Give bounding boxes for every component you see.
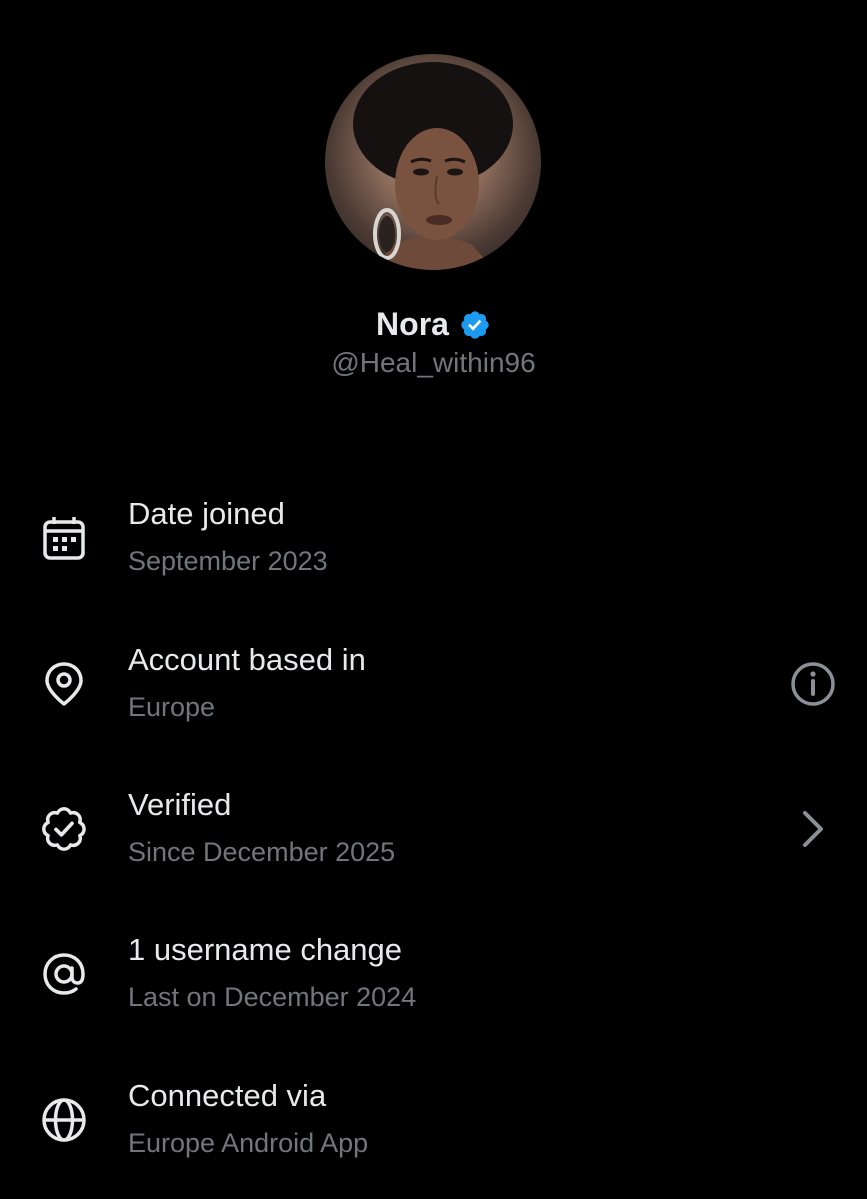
info-icon[interactable] — [787, 658, 839, 710]
detail-subtitle: Last on December 2024 — [128, 982, 417, 1012]
verified-badge-outline-icon — [38, 803, 90, 855]
at-sign-icon — [38, 948, 90, 1000]
detail-row-username-change: 1 username change Last on December 2024 — [0, 926, 867, 1036]
detail-subtitle: Europe — [128, 692, 216, 722]
detail-row-connected-via: Connected via Europe Android App — [0, 1072, 867, 1182]
verified-badge-icon[interactable] — [459, 309, 491, 341]
detail-row-account-based-in[interactable]: Account based in Europe — [0, 636, 867, 746]
location-pin-icon — [38, 658, 90, 710]
detail-title: Date joined — [128, 496, 285, 531]
detail-title: Connected via — [128, 1078, 327, 1113]
detail-title: Account based in — [128, 642, 366, 677]
detail-title: Verified — [128, 787, 232, 822]
detail-row-verified[interactable]: Verified Since December 2025 — [0, 781, 867, 891]
detail-row-date-joined: Date joined September 2023 — [0, 490, 867, 600]
detail-subtitle: Europe Android App — [128, 1128, 369, 1158]
calendar-icon — [38, 512, 90, 564]
display-name: Nora — [376, 306, 449, 342]
detail-title: 1 username change — [128, 932, 403, 967]
handle: @Heal_within96 — [331, 347, 536, 378]
chevron-right-icon[interactable] — [787, 803, 839, 855]
avatar[interactable] — [325, 54, 541, 270]
detail-subtitle: Since December 2025 — [128, 837, 396, 867]
detail-subtitle: September 2023 — [128, 546, 328, 576]
profile-name-row: Nora — [0, 306, 867, 343]
globe-icon — [38, 1094, 90, 1146]
avatar-photo — [353, 62, 513, 270]
